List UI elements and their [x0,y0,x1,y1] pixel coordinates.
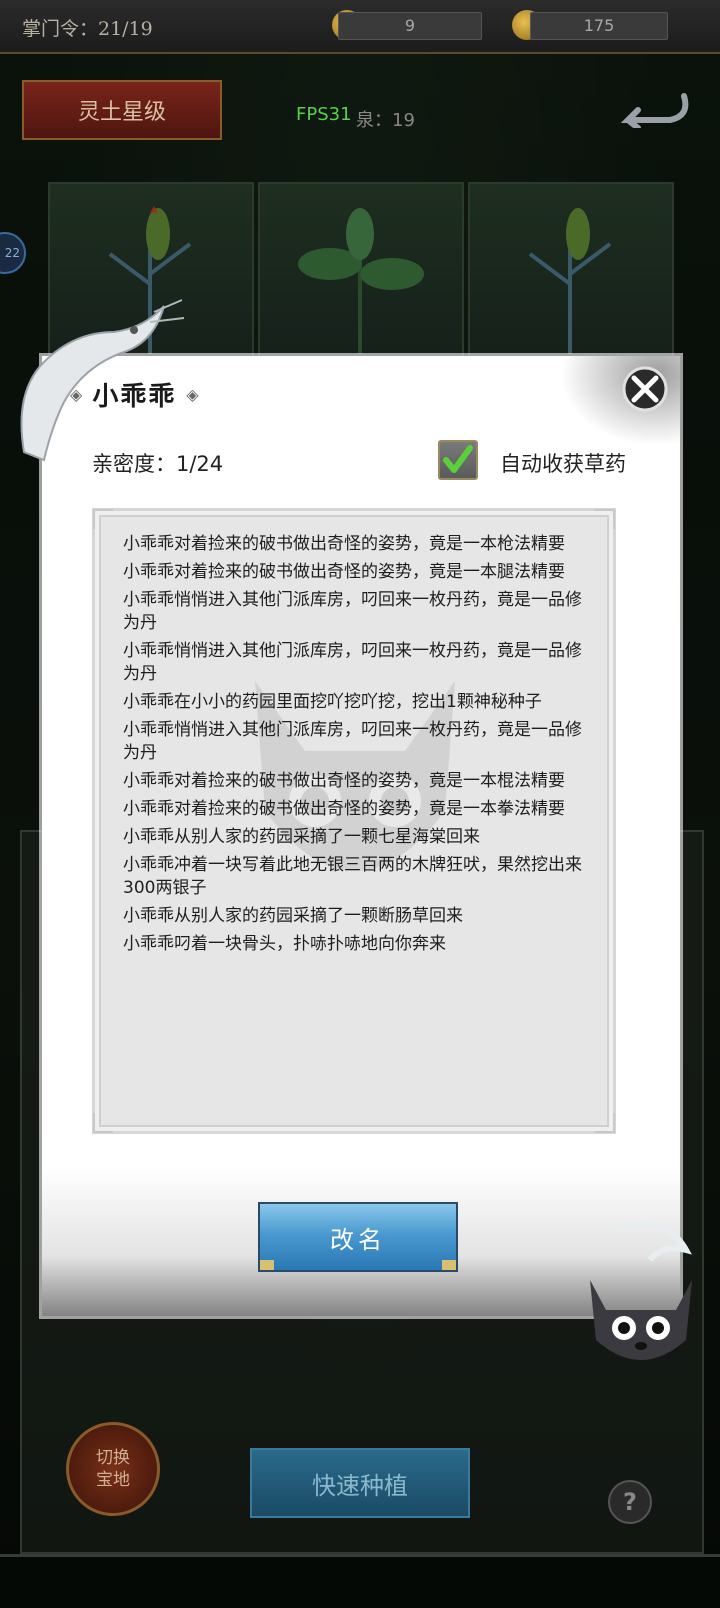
log-item: 小乖乖在小小的药园里面挖吖挖吖挖，挖出1颗神秘种子 [123,692,542,712]
top-resource-bar: 掌门令：21/19 9 175 [0,0,720,54]
close-icon[interactable] [622,366,668,412]
log-item: 小乖乖对着捡来的破书做出奇怪的姿势，竟是一本腿法精要 [123,562,565,582]
herb-plot-2[interactable] [258,182,464,362]
herb-plot-3[interactable] [468,182,674,362]
auto-harvest-label: 自动收获草药 [500,452,626,476]
corner-ornament [93,509,113,529]
button-ornament [260,1260,274,1270]
fps-counter: FPS31 [296,104,352,125]
log-item: 小乖乖叼着一块骨头，扑哧扑哧地向你奔来 [123,934,446,954]
corner-ornament [595,1113,615,1133]
log-item: 小乖乖冲着一块写着此地无银三百两的木牌狂吠，果然挖出来300两银子 [123,855,582,898]
help-button[interactable]: ? [608,1480,652,1524]
spirit-soil-star-button[interactable]: 灵土星级 [22,80,222,140]
log-item: 小乖乖对着捡来的破书做出奇怪的姿势，竟是一本棍法精要 [123,771,565,791]
auto-harvest-checkbox[interactable] [438,440,478,480]
pet-mascot-decoration [590,1222,692,1360]
log-item: 小乖乖从别人家的药园采摘了一颗断肠草回来 [123,906,463,926]
rename-button[interactable]: 改名 [258,1202,458,1272]
log-item: 小乖乖对着捡来的破书做出奇怪的姿势，竟是一本拳法精要 [123,799,565,819]
resource-1-value: 9 [338,12,482,40]
bottom-divider [0,1554,720,1557]
corner-ornament [93,1113,113,1133]
dragon-decoration [20,299,185,462]
log-item: 小乖乖悄悄进入其他门派库房，叼回来一枚丹药，竟是一品修为丹 [123,590,582,633]
checkmark-icon [443,445,473,473]
log-item: 小乖乖对着捡来的破书做出奇怪的姿势，竟是一本枪法精要 [123,534,565,554]
log-item: 小乖乖悄悄进入其他门派库房，叼回来一枚丹药，竟是一品修为丹 [123,720,582,763]
rename-button-label: 改名 [330,1225,386,1254]
pet-dialog: ◈ 小乖乖 ◈ 亲密度：1/24 自动收获草药 小乖乖对着捡来的破书做出奇怪的姿… [42,356,680,1316]
log-item: 小乖乖从别人家的药园采摘了一颗七星海棠回来 [123,827,480,847]
pet-activity-log[interactable]: 小乖乖对着捡来的破书做出奇怪的姿势，竟是一本枪法精要 小乖乖对着捡来的破书做出奇… [92,508,616,1134]
log-item: 小乖乖悄悄进入其他门派库房，叼回来一枚丹药，竟是一品修为丹 [123,641,582,684]
corner-ornament [595,509,615,529]
resource-2-value: 175 [530,12,668,40]
quick-plant-button[interactable]: 快速种植 [250,1448,470,1518]
switch-land-button[interactable]: 切换 宝地 [66,1422,160,1516]
sect-token-label: 掌门令：21/19 [22,18,153,40]
spring-counter: 泉：19 [356,110,415,131]
button-ornament [442,1260,456,1270]
back-arrow-icon[interactable] [614,92,694,128]
log-list: 小乖乖对着捡来的破书做出奇怪的姿势，竟是一本枪法精要 小乖乖对着捡来的破书做出奇… [123,533,593,961]
